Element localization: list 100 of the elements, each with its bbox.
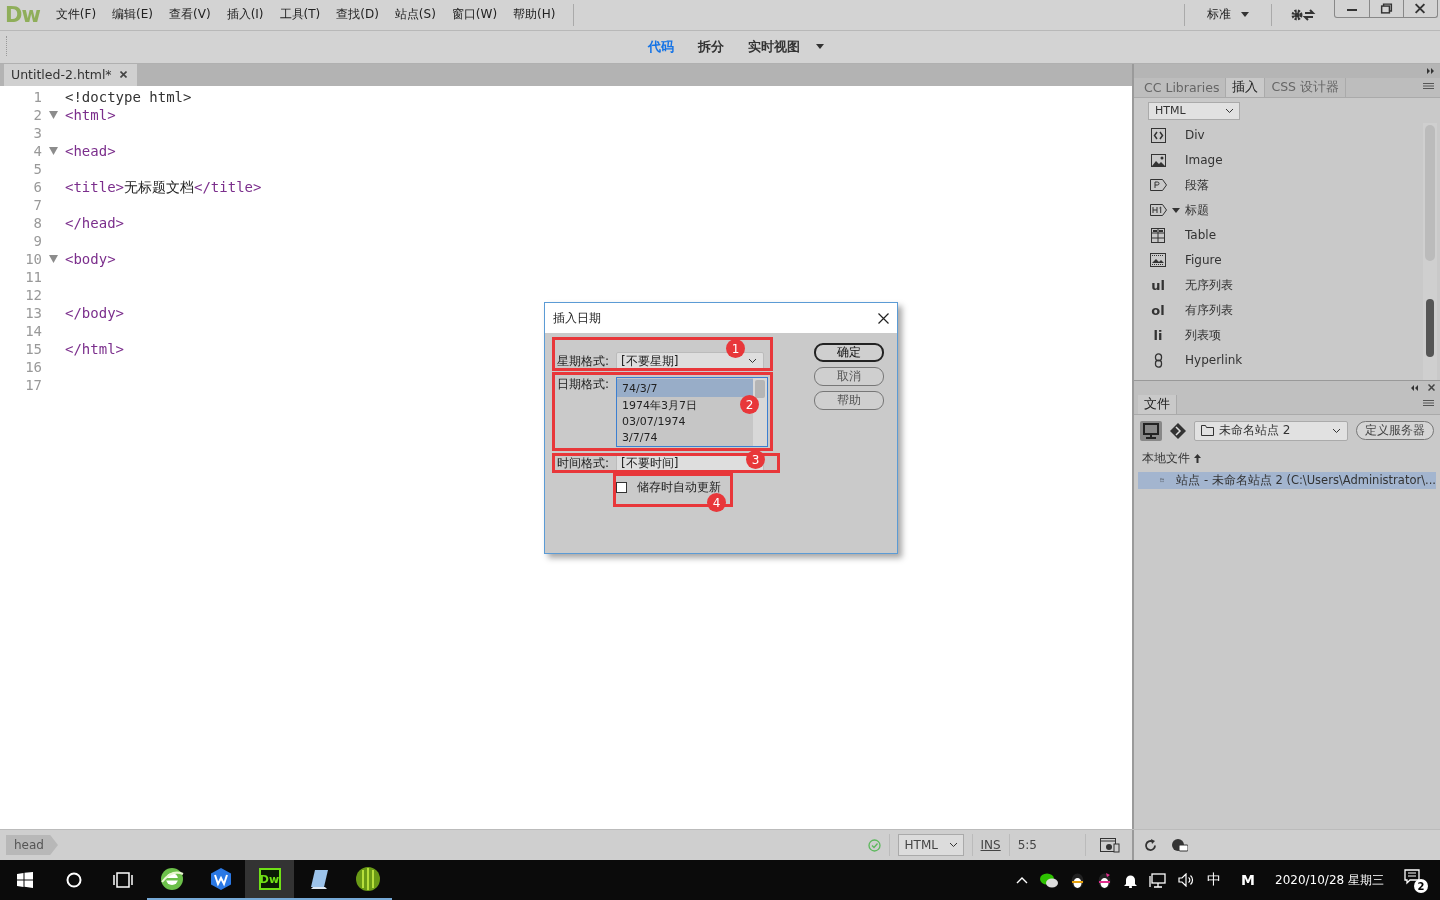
panel-menu-icon[interactable] <box>1423 83 1434 92</box>
fold-triangle-icon[interactable] <box>49 110 58 119</box>
language-select[interactable]: HTML <box>897 834 964 857</box>
collapse-icon[interactable] <box>1410 384 1418 391</box>
code-line: <!doctype html> <box>65 87 192 106</box>
insert-item[interactable]: Figure <box>1134 247 1423 273</box>
network-icon[interactable] <box>1149 872 1167 888</box>
close-icon[interactable] <box>119 71 127 79</box>
line-number: 12 <box>24 285 42 304</box>
site-select[interactable]: 未命名站点 2 <box>1194 420 1348 441</box>
chevron-icon <box>748 358 757 364</box>
penguin-icon[interactable] <box>1070 871 1086 889</box>
insert-mode-toggle[interactable]: INS <box>980 838 1001 853</box>
notification-center-button[interactable]: 2 <box>1404 869 1426 891</box>
taskbar-app[interactable]: Dw <box>245 860 294 900</box>
field-label: 星期格式: <box>557 353 611 370</box>
insert-item[interactable]: Div <box>1134 122 1423 148</box>
preview-device-icon[interactable] <box>1100 837 1120 854</box>
caret-icon <box>1241 12 1249 18</box>
insert-item[interactable]: Image <box>1134 147 1423 173</box>
menu-item[interactable]: 查看(V) <box>161 6 219 24</box>
menu-item[interactable]: 站点(S) <box>386 6 444 24</box>
define-server-button[interactable]: 定义服务器 <box>1356 421 1434 441</box>
line-number: 10 <box>24 249 42 268</box>
line-number: 4 <box>32 141 42 160</box>
document-tab[interactable]: Untitled-2.html* <box>4 63 137 86</box>
list-tag-icon: ol <box>1151 302 1165 318</box>
list-option[interactable]: 1974年3月7日 <box>617 397 699 413</box>
line-number: 3 <box>32 123 42 142</box>
collapse-icon[interactable] <box>1427 67 1435 74</box>
insert-item[interactable]: 段落 <box>1134 172 1423 198</box>
chevron-up-icon[interactable] <box>1016 876 1029 884</box>
clock-date[interactable]: 2020/10/28 星期三 <box>1275 871 1384 889</box>
code-line: </head> <box>65 213 124 232</box>
remote-server-icon[interactable] <box>1140 420 1162 441</box>
scrollbar-thumb[interactable] <box>755 380 765 398</box>
menu-item[interactable]: 窗口(W) <box>443 6 506 24</box>
category-select[interactable]: HTML <box>1148 101 1240 120</box>
message-icon <box>1404 869 1420 885</box>
input-method[interactable]: 中 <box>1207 871 1222 889</box>
file-row[interactable]: 站点 - 未命名站点 2 (C:\Users\Administrator\... <box>1138 471 1436 489</box>
dropdown-caret-icon <box>816 44 824 50</box>
menu-item[interactable]: 编辑(E) <box>104 6 162 24</box>
insert-item[interactable]: Hyperlink <box>1134 347 1423 373</box>
list-tag-icon: li <box>1153 327 1163 343</box>
chat-bubbles-icon[interactable] <box>1040 872 1059 888</box>
refresh-icon[interactable] <box>1144 838 1157 852</box>
input-mode[interactable]: M <box>1241 872 1255 888</box>
menu-item[interactable]: 文件(F) <box>47 6 105 24</box>
list-option[interactable]: 3/7/74 <box>617 429 660 445</box>
insert-item[interactable]: 标题 <box>1134 197 1423 223</box>
workspace-switcher[interactable]: 标准 <box>1195 6 1261 24</box>
menu-item[interactable]: 帮助(H) <box>505 6 564 24</box>
line-number: 1 <box>32 87 42 106</box>
column-header[interactable]: 本地文件 <box>1142 449 1190 467</box>
code-line: <html> <box>65 105 116 124</box>
insert-item[interactable]: li 列表项 <box>1134 322 1423 348</box>
close-icon[interactable] <box>878 312 889 324</box>
tag-breadcrumb[interactable]: head <box>6 835 58 856</box>
globe-chat-icon[interactable] <box>1171 837 1188 853</box>
git-diamond-icon[interactable] <box>1170 422 1186 439</box>
insert-item[interactable]: ol 有序列表 <box>1134 297 1423 323</box>
menu-item[interactable]: 插入(I) <box>218 6 272 24</box>
dialog-button[interactable]: 取消 <box>814 367 884 386</box>
settings-sync-icon[interactable] <box>1290 6 1316 23</box>
ball-app-icon <box>354 866 381 892</box>
line-number: 6 <box>32 177 42 196</box>
folder-icon <box>1201 425 1214 437</box>
line-number: 17 <box>24 375 42 394</box>
scrollbar-thumb[interactable] <box>1426 298 1434 357</box>
line-number: 7 <box>32 195 42 214</box>
check-circle-icon <box>867 838 881 852</box>
menu-item[interactable]: 查找(D) <box>328 6 387 24</box>
search-circle-icon[interactable] <box>65 872 82 888</box>
fold-triangle-icon[interactable] <box>49 146 58 155</box>
list-option[interactable]: 03/07/1974 <box>617 413 688 429</box>
heading-tag-icon <box>1149 204 1167 217</box>
dialog-button[interactable]: 帮助 <box>814 391 884 410</box>
windows-start-icon[interactable] <box>16 872 33 888</box>
speaker-icon[interactable] <box>1178 873 1196 887</box>
insert-item[interactable]: Table <box>1134 222 1423 248</box>
checkbox[interactable] <box>616 482 627 493</box>
expand-caret-icon <box>1171 207 1180 213</box>
code-brackets-icon <box>1150 127 1166 143</box>
fold-triangle-icon[interactable] <box>49 254 58 263</box>
dialog-button[interactable]: 确定 <box>814 343 884 362</box>
sort-up-arrow-icon[interactable] <box>1194 453 1201 463</box>
penguin-icon[interactable] <box>1097 871 1113 889</box>
line-number: 11 <box>24 267 42 286</box>
view-tab[interactable]: 拆分 <box>686 37 736 56</box>
line-number: 5 <box>32 159 42 178</box>
insert-item[interactable]: ul 无序列表 <box>1134 272 1423 298</box>
menu-item[interactable]: 工具(T) <box>271 6 329 24</box>
task-view-icon[interactable] <box>112 872 133 888</box>
checkbox-label[interactable]: 储存时自动更新 <box>637 479 721 496</box>
view-tab[interactable]: 实时视图 <box>736 37 812 56</box>
dialog-title: 插入日期 <box>553 309 601 327</box>
panel-menu-icon[interactable] <box>1423 400 1434 409</box>
list-option[interactable]: 74/3/7 <box>617 379 753 397</box>
chevron-icon <box>1332 427 1341 434</box>
